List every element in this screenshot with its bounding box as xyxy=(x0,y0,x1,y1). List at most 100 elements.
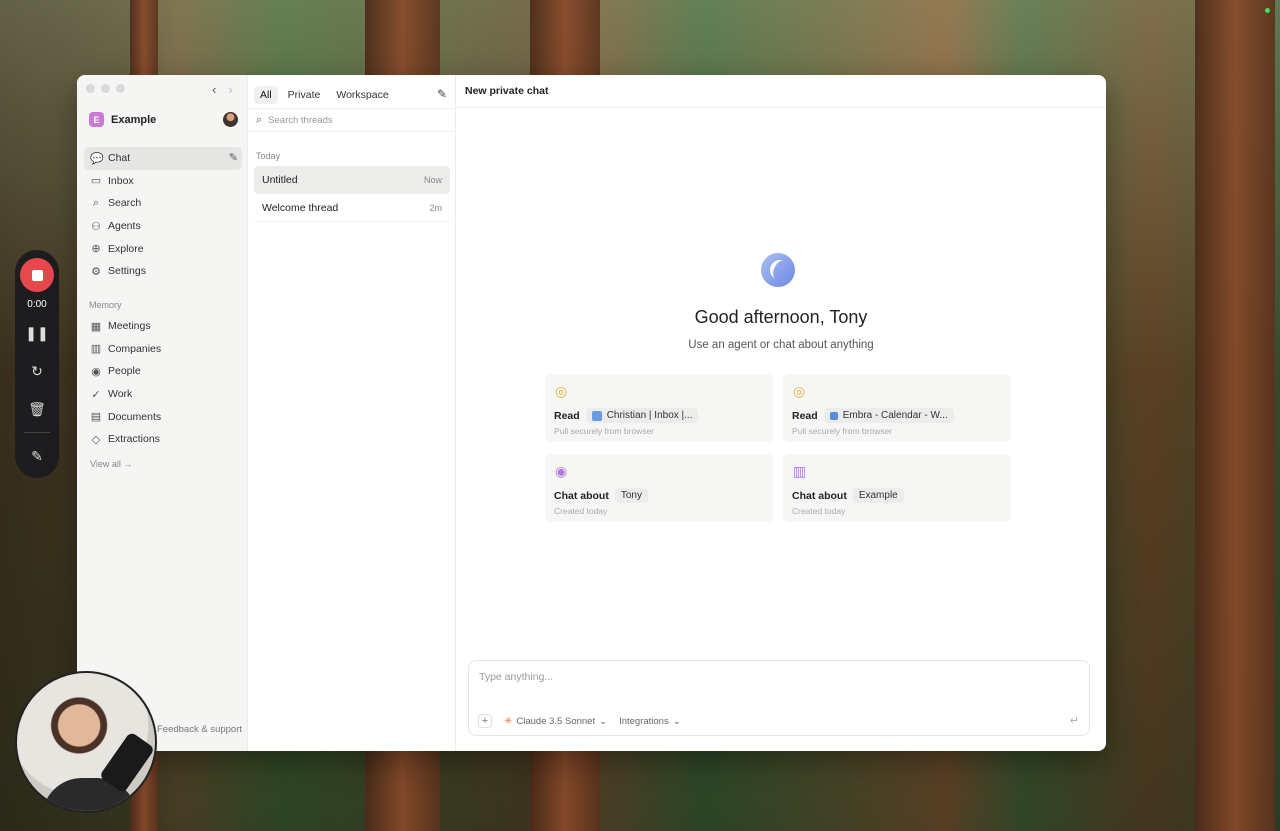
sidebar-item-work[interactable]: ✓ Work xyxy=(84,383,242,406)
stop-recording-button[interactable] xyxy=(20,258,54,292)
card-subtitle: Created today xyxy=(554,506,608,516)
thread-list: Untitled Now Welcome thread 2m xyxy=(254,166,450,222)
search-input[interactable] xyxy=(268,114,429,126)
workspace-badge: E xyxy=(89,112,104,127)
thread-title: Untitled xyxy=(262,174,298,186)
enter-icon: ↵ xyxy=(1069,715,1079,727)
sidebar-item-label: Extractions xyxy=(108,433,160,446)
thread-time: Now xyxy=(423,175,442,185)
calendar-favicon-icon xyxy=(829,411,838,420)
sidebar-item-extractions[interactable]: ◇ Extractions xyxy=(84,428,242,451)
sidebar-item-label: Search xyxy=(108,197,142,210)
person-icon: ◉ xyxy=(91,365,101,378)
tree-trunk xyxy=(1195,0,1275,831)
suggestion-card[interactable]: ▥ Chat about Example Created today xyxy=(783,454,1011,522)
sidebar-item-agents[interactable]: ⚇ Agents xyxy=(84,215,242,238)
card-chip: Tony xyxy=(614,488,648,503)
workspace-name: Example xyxy=(111,113,157,126)
card-subtitle: Created today xyxy=(792,506,846,516)
window-controls xyxy=(86,84,125,93)
suggestion-card[interactable]: ◉ Chat about Tony Created today xyxy=(545,454,773,522)
sidebar-item-documents[interactable]: ▤ Documents xyxy=(84,405,242,428)
tab-workspace[interactable]: Workspace xyxy=(330,86,394,104)
person-icon: ◉ xyxy=(555,463,568,479)
sidebar-item-search[interactable]: ⌕ Search xyxy=(84,192,242,215)
sidebar-item-meetings[interactable]: ▦ Meetings xyxy=(84,315,242,338)
close-window-button[interactable] xyxy=(86,84,95,93)
sidebar-item-chat[interactable]: 💬 Chat ✎ xyxy=(84,147,242,170)
webcam-overlay xyxy=(15,671,157,813)
sidebar-item-people[interactable]: ◉ People xyxy=(84,360,242,383)
tab-all[interactable]: All xyxy=(254,86,278,104)
stop-icon xyxy=(31,269,43,281)
sidebar-item-label: Chat xyxy=(108,152,131,165)
memory-section-label: Memory xyxy=(89,300,122,310)
chevron-down-icon: ⌄ xyxy=(672,715,681,727)
delete-recording-button[interactable]: 🗑 xyxy=(22,394,52,424)
sidebar-item-label: Explore xyxy=(108,242,144,255)
thread-tabs: All Private Workspace xyxy=(254,86,395,104)
back-arrow-icon[interactable]: ‹ xyxy=(212,82,216,97)
diamond-icon: ◇ xyxy=(91,433,101,446)
pause-button[interactable]: ❚❚ xyxy=(22,318,52,348)
suggestion-card[interactable]: ◎ Read Embra - Calendar - W... Pull secu… xyxy=(783,374,1011,442)
restart-button[interactable]: ↻ xyxy=(22,356,52,386)
card-line: Chat about Tony xyxy=(554,488,648,503)
sidebar-item-inbox[interactable]: ▭ Inbox xyxy=(84,170,242,193)
status-dot xyxy=(1265,8,1270,13)
pencil-icon: ✎ xyxy=(31,447,43,464)
chip-label: Tony xyxy=(620,490,642,501)
thread-section-label: Today xyxy=(256,151,281,161)
chrome-icon: ◎ xyxy=(555,383,568,399)
new-chat-icon[interactable]: ✎ xyxy=(229,151,238,164)
sidebar: ‹ › E Example 💬 Chat ✎ ▭ Inbox ⌕ Search … xyxy=(77,75,248,751)
search-icon: ⌕ xyxy=(256,113,263,126)
workspace-switcher[interactable]: E Example xyxy=(89,112,156,127)
greeting-subtitle: Use an agent or chat about anything xyxy=(688,339,874,351)
send-button[interactable]: ↵ xyxy=(1070,714,1079,727)
thread-panel: All Private Workspace ✎ ⌕ Today Untitled… xyxy=(248,75,456,751)
compose-icon[interactable]: ✎ xyxy=(437,87,447,101)
chat-main: New private chat Good afternoon, Tony Us… xyxy=(456,75,1106,751)
app-window: ‹ › E Example 💬 Chat ✎ ▭ Inbox ⌕ Search … xyxy=(77,75,1106,751)
model-selector[interactable]: ✳ Claude 3.5 Sonnet ⌄ xyxy=(504,716,607,727)
greeting: Good afternoon, Tony xyxy=(694,307,868,327)
message-input[interactable] xyxy=(479,671,1039,683)
restart-icon: ↻ xyxy=(31,362,43,379)
card-line: Read Christian | Inbox |... xyxy=(554,408,699,423)
sidebar-item-companies[interactable]: ▥ Companies xyxy=(84,338,242,361)
suggestion-card[interactable]: ◎ Read Christian | Inbox |... Pull secur… xyxy=(545,374,773,442)
tab-private[interactable]: Private xyxy=(282,86,327,104)
feedback-link[interactable]: Feedback & support xyxy=(157,724,242,735)
thread-time: 2m xyxy=(429,202,442,213)
add-attachment-button[interactable]: + xyxy=(478,714,492,728)
inbox-icon: ▭ xyxy=(90,175,102,188)
card-chip: Example xyxy=(852,488,904,503)
integrations-selector[interactable]: Integrations ⌄ xyxy=(619,716,681,727)
card-line: Chat about Example xyxy=(792,488,904,503)
chrome-icon: ◎ xyxy=(793,383,806,399)
chat-icon: 💬 xyxy=(90,152,104,165)
maximize-window-button[interactable] xyxy=(116,84,125,93)
sidebar-item-label: Inbox xyxy=(108,174,134,187)
screen-recorder-toolbar: 0:00 ❚❚ ↻ 🗑 ✎ xyxy=(15,250,59,478)
sidebar-item-explore[interactable]: ⊕ Explore xyxy=(84,237,242,260)
document-icon: ▤ xyxy=(90,411,102,424)
list-item[interactable]: Welcome thread 2m xyxy=(254,194,450,222)
globe-icon: ⊕ xyxy=(91,243,101,256)
view-all-link[interactable]: View all → xyxy=(90,459,132,469)
card-line: Read Embra - Calendar - W... xyxy=(792,408,954,423)
search-icon: ⌕ xyxy=(92,196,100,209)
list-item[interactable]: Untitled Now xyxy=(254,166,450,194)
avatar[interactable] xyxy=(223,112,238,127)
minimize-window-button[interactable] xyxy=(101,84,110,93)
sidebar-item-settings[interactable]: ⚙ Settings xyxy=(84,260,242,283)
thread-title: Welcome thread xyxy=(262,201,339,214)
forward-arrow-icon[interactable]: › xyxy=(228,82,232,97)
composer-toolbar: + ✳ Claude 3.5 Sonnet ⌄ Integrations ⌄ xyxy=(478,714,681,728)
card-subtitle: Pull securely from browser xyxy=(792,426,893,436)
divider xyxy=(24,432,50,433)
composer: + ✳ Claude 3.5 Sonnet ⌄ Integrations ⌄ ↵ xyxy=(468,660,1090,736)
draw-button[interactable]: ✎ xyxy=(22,441,52,471)
sidebar-item-label: Meetings xyxy=(108,320,151,333)
